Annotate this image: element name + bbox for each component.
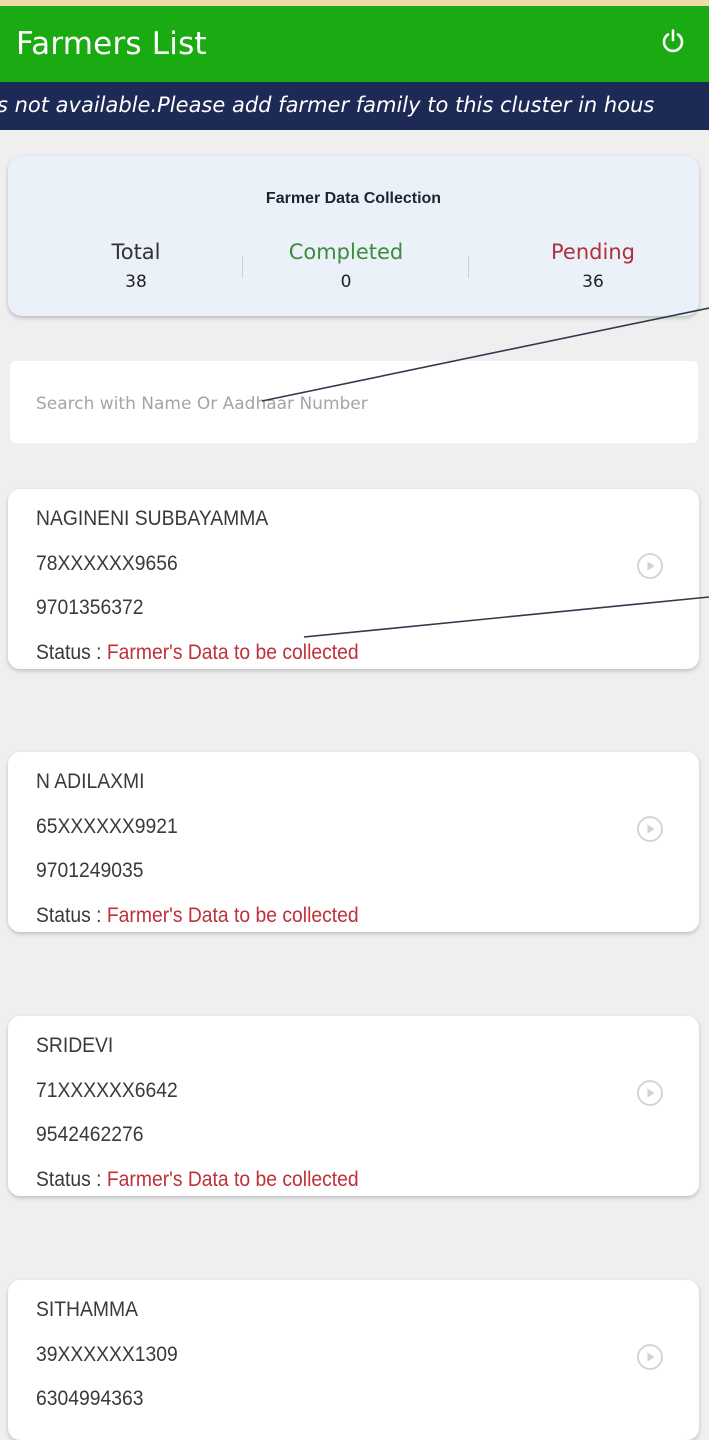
stat-total: Total 38 — [36, 240, 236, 292]
play-circle-icon[interactable] — [636, 1079, 664, 1107]
status-prefix: Status : — [36, 904, 107, 927]
farmer-name: SITHAMMA — [36, 1298, 138, 1321]
summary-card: Farmer Data Collection Total 38 Complete… — [8, 156, 699, 316]
power-icon — [662, 29, 684, 53]
pending-value: 36 — [582, 272, 604, 292]
status-prefix: Status : — [36, 1168, 107, 1191]
divider — [242, 256, 243, 278]
app-bar: Farmers List — [0, 6, 709, 82]
farmer-phone: 6304994363 — [36, 1387, 144, 1410]
page-title: Farmers List — [16, 26, 207, 62]
stat-pending: Pending 36 — [493, 240, 693, 292]
search-box — [10, 361, 698, 443]
stat-completed: Completed 0 — [246, 240, 446, 292]
play-circle-icon[interactable] — [636, 552, 664, 580]
farmer-aadhaar: 65XXXXXX9921 — [36, 815, 178, 838]
farmer-aadhaar: 39XXXXXX1309 — [36, 1343, 178, 1366]
search-input[interactable] — [34, 387, 658, 421]
play-circle-icon[interactable] — [636, 815, 664, 843]
completed-label: Completed — [288, 240, 404, 264]
farmer-status: Status : Farmer's Data to be collected — [36, 1168, 359, 1192]
status-value: Farmer's Data to be collected — [106, 904, 359, 927]
summary-title: Farmer Data Collection — [265, 190, 442, 207]
total-label: Total — [111, 240, 161, 264]
farmer-status: Status : Farmer's Data to be collected — [36, 904, 359, 928]
farmer-name: NAGINENI SUBBAYAMMA — [36, 507, 269, 530]
completed-value: 0 — [340, 272, 352, 292]
farmer-name: SRIDEVI — [36, 1034, 114, 1057]
farmer-name: N ADILAXMI — [36, 770, 145, 793]
farmer-phone: 9701356372 — [36, 596, 144, 619]
farmer-card[interactable]: SITHAMMA 39XXXXXX1309 6304994363 — [8, 1280, 699, 1440]
farmer-card[interactable]: SRIDEVI 71XXXXXX6642 9542462276 Status :… — [8, 1016, 699, 1196]
farmer-aadhaar: 71XXXXXX6642 — [36, 1079, 178, 1102]
farmer-card[interactable]: N ADILAXMI 65XXXXXX9921 9701249035 Statu… — [8, 752, 699, 932]
farmer-status: Status : Farmer's Data to be collected — [36, 641, 359, 665]
farmer-aadhaar: 78XXXXXX9656 — [36, 552, 178, 575]
status-prefix: Status : — [36, 641, 107, 664]
play-circle-icon[interactable] — [636, 1343, 664, 1371]
marquee-text: s not available.Please add farmer family… — [0, 93, 655, 117]
total-value: 38 — [125, 272, 147, 292]
divider — [468, 256, 469, 278]
farmer-card[interactable]: NAGINENI SUBBAYAMMA 78XXXXXX9656 9701356… — [8, 489, 699, 669]
status-value: Farmer's Data to be collected — [106, 1168, 359, 1191]
pending-label: Pending — [551, 240, 635, 264]
status-value: Farmer's Data to be collected — [106, 641, 359, 664]
logout-button[interactable] — [652, 20, 694, 62]
farmer-phone: 9701249035 — [36, 859, 144, 882]
marquee-banner: s not available.Please add farmer family… — [0, 82, 709, 130]
farmer-phone: 9542462276 — [36, 1123, 144, 1146]
